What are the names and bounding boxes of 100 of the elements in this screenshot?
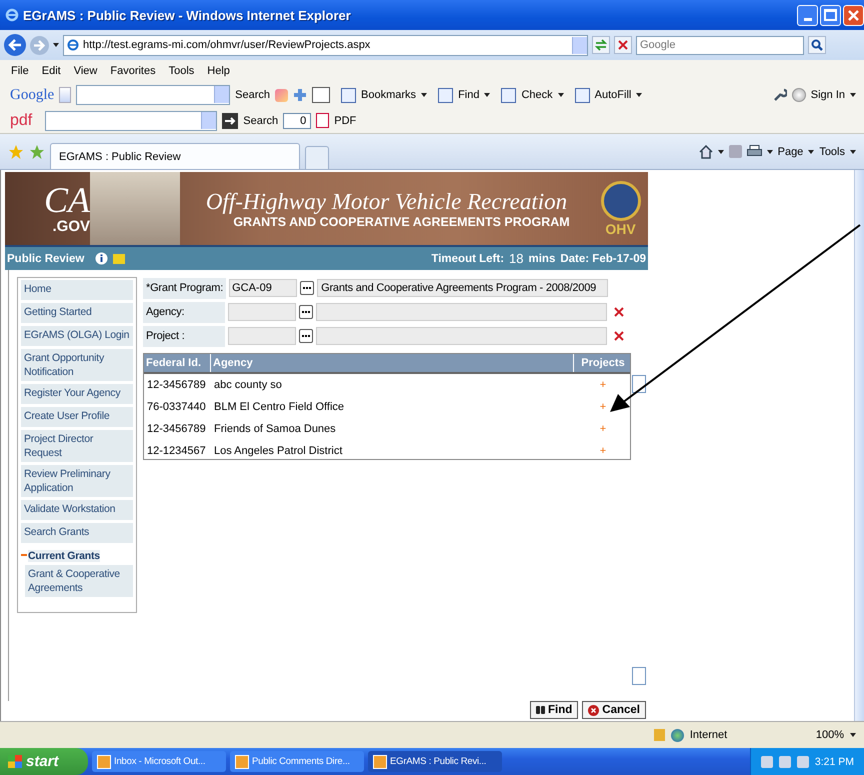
close-button[interactable]	[843, 4, 864, 26]
sidebar-item[interactable]: EGrAMS (OLGA) Login	[21, 326, 133, 346]
caret-icon[interactable]	[808, 150, 814, 154]
field-label: *Grant Program:	[143, 278, 226, 298]
description-field[interactable]	[316, 327, 607, 345]
toolbar-button[interactable]: Check	[521, 89, 553, 101]
caret-icon[interactable]	[850, 93, 856, 97]
back-button[interactable]	[4, 34, 26, 56]
sidebar-item[interactable]: Home	[21, 280, 133, 300]
caret-icon[interactable]	[850, 150, 856, 154]
seal-text: OHV	[605, 220, 636, 236]
sidebar-item[interactable]: Getting Started	[21, 303, 133, 323]
table-cell-text: Los Angeles Patrol District	[213, 444, 344, 459]
command-button[interactable]: Tools	[819, 146, 845, 158]
toolbar-button[interactable]: AutoFill	[594, 89, 632, 101]
sidebar-group-label[interactable]: Current Grants	[28, 550, 100, 562]
code-field[interactable]	[228, 303, 296, 321]
wrench-icon[interactable]	[772, 88, 787, 102]
sidebar-item[interactable]: Grant & Cooperative Agreements	[25, 565, 133, 597]
caret-icon[interactable]	[636, 93, 642, 97]
clear-icon[interactable]	[614, 307, 624, 317]
refresh-icon[interactable]	[592, 36, 610, 54]
counter-button[interactable]: 0	[283, 112, 312, 128]
menu-item[interactable]: View	[74, 65, 98, 77]
search-button[interactable]: Search	[243, 114, 278, 126]
description-field[interactable]	[316, 303, 607, 321]
table-cell-text: 76-0337440	[146, 400, 207, 415]
app-icon	[373, 754, 387, 768]
ellipsis-button[interactable]	[299, 305, 313, 319]
caret-icon[interactable]	[484, 93, 490, 97]
toolbar-button[interactable]: Find	[458, 89, 480, 101]
favorites-star-icon[interactable]	[8, 144, 24, 160]
caret-icon[interactable]	[718, 150, 724, 154]
google-search-field[interactable]	[76, 85, 230, 105]
toolbar-icon[interactable]	[438, 88, 454, 102]
cancel-icon	[588, 704, 600, 716]
sidebar-item[interactable]: Project Director Request	[21, 430, 133, 462]
address-field[interactable]: http://test.egrams-mi.com/ohmvr/user/ReviewProjects.aspx	[63, 34, 588, 56]
sidebar-item[interactable]: Register Your Agency	[21, 384, 133, 404]
ellipsis-button[interactable]	[300, 281, 314, 295]
browser-tab[interactable]: EGrAMS : Public Review	[50, 143, 300, 169]
taskbar-button[interactable]: Inbox - Microsoft Out...	[92, 751, 226, 772]
caret-icon[interactable]	[766, 150, 773, 154]
pdf-button[interactable]: PDF	[334, 114, 356, 126]
description-field[interactable]: Grants and Cooperative Agreements Program - 2008/2009	[317, 279, 608, 297]
clock-text: 3:21 PM	[814, 756, 854, 768]
sidebar-item[interactable]: Grant Opportunity Notification	[21, 349, 133, 381]
column-header: Federal Id.	[144, 354, 211, 372]
caret-icon[interactable]	[558, 93, 564, 97]
stop-icon[interactable]	[614, 36, 632, 54]
caret-icon[interactable]	[421, 93, 428, 97]
timeout-unit: mins	[528, 252, 556, 264]
clear-icon[interactable]	[614, 331, 624, 341]
scrollbar[interactable]	[854, 170, 864, 721]
taskbar-button[interactable]: EGrAMS : Public Revi...	[368, 751, 502, 772]
page-title: Public Review	[7, 252, 84, 264]
code-field[interactable]	[228, 327, 296, 345]
column-header: Projects	[580, 356, 626, 371]
caret-icon[interactable]	[850, 733, 856, 737]
windows-flag-icon	[8, 755, 22, 768]
find-button[interactable]: Find	[530, 701, 578, 719]
toolbar-icon[interactable]	[341, 88, 356, 102]
print-icon[interactable]	[746, 145, 762, 158]
code-field[interactable]: GCA-09	[229, 279, 298, 297]
menu-item[interactable]: Edit	[42, 65, 61, 77]
zoom-button[interactable]: 100%	[816, 729, 844, 741]
toolbar-icon[interactable]	[574, 88, 590, 102]
pdf-logo: pdf	[10, 112, 32, 130]
minimize-button[interactable]	[797, 4, 818, 26]
sidebar-item[interactable]: Review Preliminary Application	[21, 465, 133, 497]
taskbar-button[interactable]: Public Comments Dire...	[230, 751, 364, 772]
caret-icon[interactable]	[53, 43, 59, 47]
toolbar-button[interactable]: Bookmarks	[361, 89, 416, 101]
window-title: EGrAMS : Public Review - Windows Internet Explorer	[23, 8, 351, 22]
menu-item[interactable]: Favorites	[110, 65, 156, 77]
user-circle-icon	[792, 88, 806, 102]
info-icon[interactable]	[95, 252, 108, 265]
maximize-button[interactable]	[820, 4, 841, 26]
toolbar-icon[interactable]	[501, 88, 516, 102]
sidebar-item[interactable]: Search Grants	[21, 523, 133, 543]
command-button[interactable]: Page	[778, 146, 804, 158]
search-field[interactable]: Google	[636, 36, 804, 54]
pdf-search-field[interactable]	[45, 110, 218, 130]
cancel-button[interactable]: Cancel	[582, 701, 646, 719]
sidebar-item[interactable]: Create User Profile	[21, 407, 133, 427]
plus-icon[interactable]	[293, 88, 308, 102]
menu-item[interactable]: Tools	[168, 65, 194, 77]
sign-in-button[interactable]: Sign In	[810, 89, 845, 101]
home-icon[interactable]	[698, 144, 713, 158]
ellipsis-button[interactable]	[299, 329, 313, 343]
logo-suffix: .GOV	[52, 218, 90, 235]
search-button[interactable]: Search	[235, 89, 270, 101]
table-cell-text: abc county so	[213, 378, 283, 393]
scroll-button[interactable]	[632, 375, 646, 393]
sidebar-item[interactable]: Validate Workstation	[21, 500, 133, 520]
table-cell-text: BLM El Centro Field Office	[213, 400, 346, 415]
menu-item[interactable]: File	[11, 65, 29, 77]
search-icon[interactable]	[808, 36, 826, 54]
menu-item[interactable]: Help	[207, 65, 230, 77]
google-logo: Google	[10, 86, 54, 104]
